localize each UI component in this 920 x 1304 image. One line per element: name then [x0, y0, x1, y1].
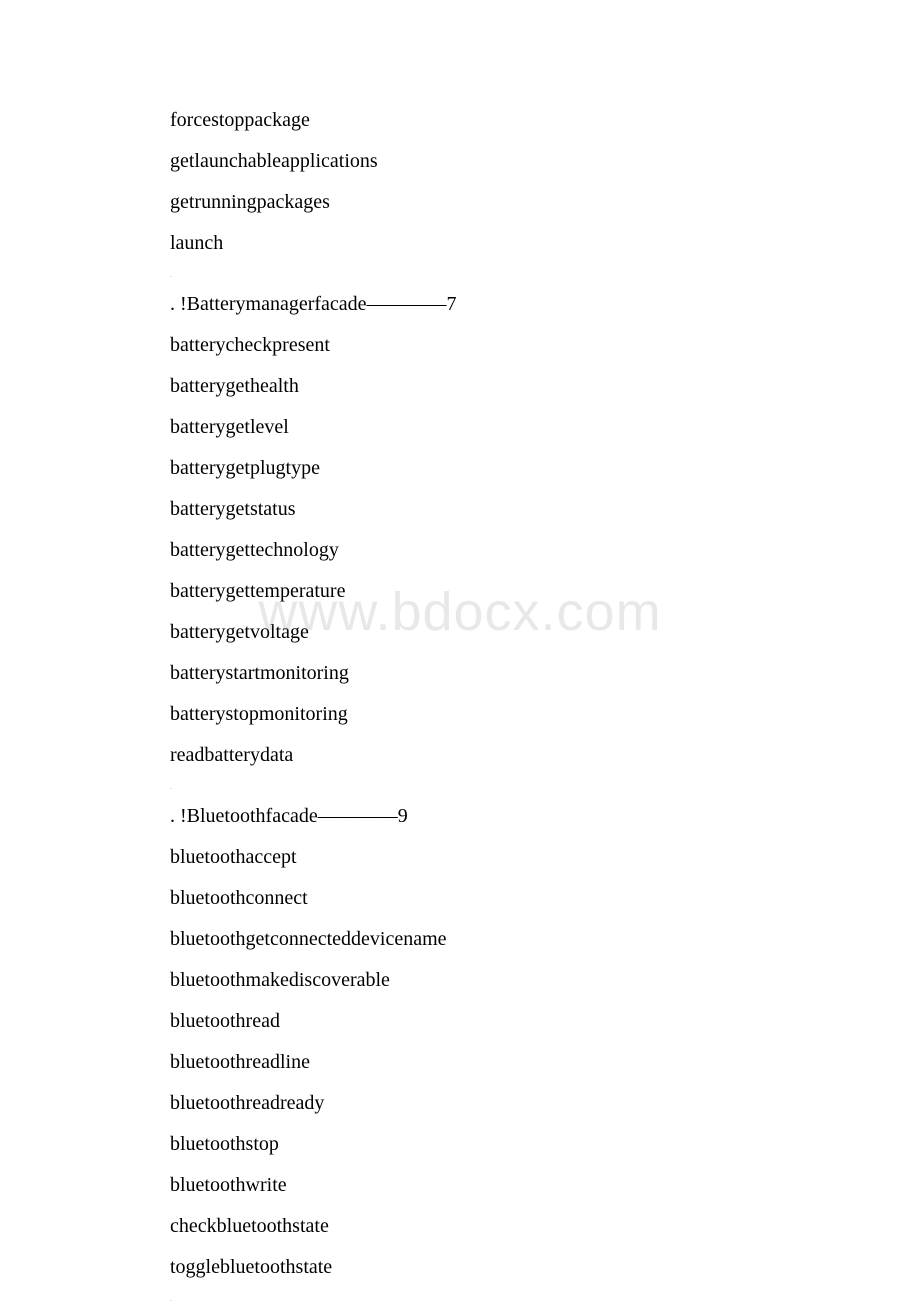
- list-item: bluetoothreadline: [170, 1052, 920, 1072]
- list-item: batterygethealth: [170, 376, 920, 396]
- section-header: . !Batterymanagerfacade————7: [170, 294, 920, 314]
- list-item: bluetoothgetconnecteddevicename: [170, 929, 920, 949]
- list-item: bluetoothreadready: [170, 1093, 920, 1113]
- list-item: bluetoothwrite: [170, 1175, 920, 1195]
- list-item: batterygetvoltage: [170, 622, 920, 642]
- list-item: launch: [170, 233, 920, 253]
- list-item: readbatterydata: [170, 745, 920, 765]
- separator: -: [170, 274, 920, 280]
- list-item: bluetoothmakediscoverable: [170, 970, 920, 990]
- list-item: batterygetstatus: [170, 499, 920, 519]
- list-item: batterystartmonitoring: [170, 663, 920, 683]
- list-item: checkbluetoothstate: [170, 1216, 920, 1236]
- list-item: getlaunchableapplications: [170, 151, 920, 171]
- list-item: bluetoothconnect: [170, 888, 920, 908]
- list-item: batterystopmonitoring: [170, 704, 920, 724]
- document-content: forcestoppackage getlaunchableapplicatio…: [0, 0, 920, 1304]
- section-header: . !Bluetoothfacade————9: [170, 806, 920, 826]
- list-item: bluetoothaccept: [170, 847, 920, 867]
- list-item: batterygettechnology: [170, 540, 920, 560]
- list-item: getrunningpackages: [170, 192, 920, 212]
- list-item: bluetoothread: [170, 1011, 920, 1031]
- list-item: bluetoothstop: [170, 1134, 920, 1154]
- list-item: batterygetplugtype: [170, 458, 920, 478]
- separator: -: [170, 1298, 920, 1304]
- list-item: batterygetlevel: [170, 417, 920, 437]
- separator: -: [170, 786, 920, 792]
- list-item: batterycheckpresent: [170, 335, 920, 355]
- list-item: batterygettemperature: [170, 581, 920, 601]
- list-item: togglebluetoothstate: [170, 1257, 920, 1277]
- list-item: forcestoppackage: [170, 110, 920, 130]
